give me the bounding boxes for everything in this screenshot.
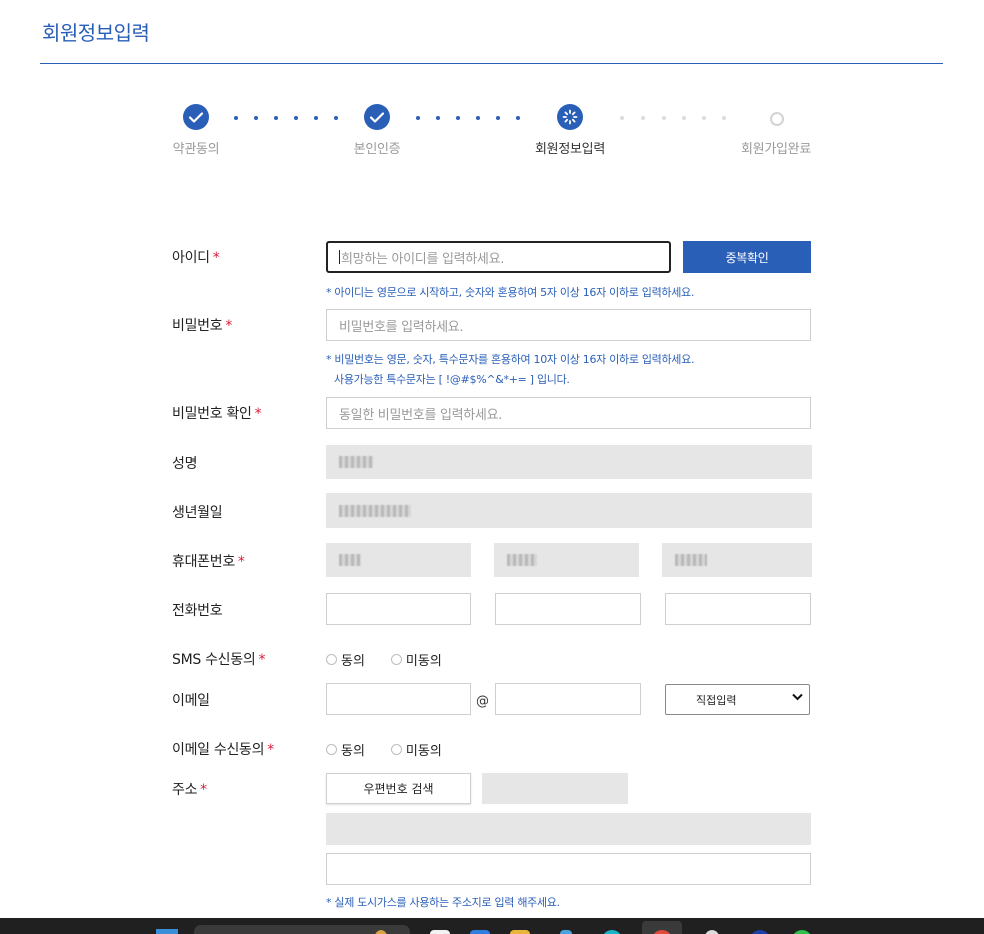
sms-consent-radio-group: 동의 미동의	[326, 650, 468, 669]
password-input[interactable]: 비밀번호를 입력하세요.	[326, 309, 811, 341]
title-divider	[40, 63, 943, 64]
loading-spinner-icon	[557, 104, 583, 130]
mobile-last-field	[662, 543, 812, 577]
email-local-input[interactable]	[326, 683, 471, 715]
progress-dot	[641, 116, 645, 120]
password-label: 비밀번호 *	[172, 318, 233, 334]
email-consent-label: 이메일 수신동의 *	[172, 742, 274, 758]
redacted-value	[675, 554, 707, 566]
email-domain-select[interactable]: 직접입력	[665, 684, 810, 715]
redacted-value	[339, 504, 411, 517]
mobile-prefix-field	[326, 543, 471, 577]
address-label: 주소 *	[172, 782, 207, 798]
id-hint: * 아이디는 영문으로 시작하고, 숫자와 혼용하여 5자 이상 16자 이하로…	[326, 286, 695, 299]
address-main-field	[326, 813, 811, 845]
password-confirm-label: 비밀번호 확인 *	[172, 406, 262, 422]
start-icon[interactable]	[156, 929, 178, 934]
step-label-complete: 회원가입완료	[741, 142, 811, 157]
progress-dot	[496, 116, 500, 120]
progress-dot	[456, 116, 460, 120]
progress-dot	[682, 116, 686, 120]
progress-dot	[416, 116, 420, 120]
birthdate-field	[326, 493, 812, 528]
progress-dot	[662, 116, 666, 120]
redacted-value	[507, 554, 537, 566]
phone-label: 전화번호	[172, 603, 223, 619]
taskbar-app-icon[interactable]	[430, 930, 450, 934]
radio-button[interactable]	[390, 654, 402, 665]
progress-dot	[234, 116, 238, 120]
mobile-label: 휴대폰번호 *	[172, 554, 245, 570]
taskbar-app-icon[interactable]	[602, 930, 622, 934]
text-cursor	[339, 250, 340, 264]
radio-button[interactable]	[390, 744, 402, 755]
pending-step-icon	[770, 112, 784, 126]
address-detail-input[interactable]	[326, 853, 811, 885]
email-at-symbol: @	[476, 694, 489, 709]
redacted-value	[339, 456, 373, 468]
taskbar-app-icon[interactable]	[704, 930, 720, 934]
check-icon	[183, 104, 209, 130]
progress-dot	[274, 116, 278, 120]
radio-button[interactable]	[326, 654, 337, 665]
progress-dot	[436, 116, 440, 120]
progress-dot	[476, 116, 480, 120]
step-label-verification: 본인인증	[353, 142, 401, 157]
phone-middle-input[interactable]	[495, 593, 641, 625]
phone-prefix-input[interactable]	[326, 593, 471, 625]
sms-consent-disagree[interactable]: 미동의	[390, 650, 442, 669]
email-consent-radio-group: 동의 미동의	[326, 740, 468, 759]
sms-consent-agree[interactable]: 동의	[326, 650, 365, 669]
step-label-member-info: 회원정보입력	[535, 142, 605, 157]
taskbar-app-icon[interactable]	[560, 930, 572, 934]
taskbar-app-icon[interactable]	[792, 930, 812, 934]
birthdate-label: 생년월일	[172, 505, 223, 521]
id-label: 아이디 *	[172, 250, 220, 266]
progress-dot	[294, 116, 298, 120]
taskbar-app-icon[interactable]	[470, 930, 490, 934]
password-hint: * 비밀번호는 영문, 숫자, 특수문자를 혼용하여 10자 이상 16자 이하…	[326, 353, 695, 366]
progress-dot	[702, 116, 706, 120]
email-consent-agree[interactable]: 동의	[326, 740, 365, 759]
address-hint: * 실제 도시가스를 사용하는 주소지로 입력 해주세요.	[326, 896, 560, 909]
password-hint-special-chars: 사용가능한 특수문자는 [ !@#$%^&*+= ] 입니다.	[334, 373, 570, 386]
progress-dot	[254, 116, 258, 120]
postcode-field	[482, 773, 628, 804]
postcode-search-button[interactable]: 우편번호 검색	[326, 773, 471, 804]
email-domain-input[interactable]	[495, 683, 641, 715]
duplicate-check-button[interactable]: 중복확인	[683, 241, 811, 273]
progress-dot	[722, 116, 726, 120]
progress-dot	[620, 116, 624, 120]
name-field	[326, 445, 812, 479]
check-icon	[364, 104, 390, 130]
sms-consent-label: SMS 수신동의 *	[172, 652, 266, 668]
redacted-value	[339, 554, 361, 566]
mobile-middle-field	[494, 543, 639, 577]
page-title: 회원정보입력	[42, 21, 150, 45]
progress-dot	[314, 116, 318, 120]
radio-button[interactable]	[326, 744, 337, 755]
progress-dot	[516, 116, 520, 120]
taskbar-app-icon[interactable]	[510, 930, 530, 934]
phone-last-input[interactable]	[665, 593, 811, 625]
progress-dot	[334, 116, 338, 120]
os-taskbar	[0, 918, 984, 934]
password-confirm-input[interactable]: 동일한 비밀번호를 입력하세요.	[326, 397, 811, 429]
name-label: 성명	[172, 456, 198, 472]
taskbar-app-icon[interactable]	[750, 930, 770, 934]
email-label: 이메일	[172, 693, 210, 709]
step-label-terms: 약관동의	[172, 142, 220, 157]
email-consent-disagree[interactable]: 미동의	[390, 740, 442, 759]
chevron-down-icon	[792, 693, 803, 701]
id-input[interactable]: 희망하는 아이디를 입력하세요.	[326, 241, 671, 273]
